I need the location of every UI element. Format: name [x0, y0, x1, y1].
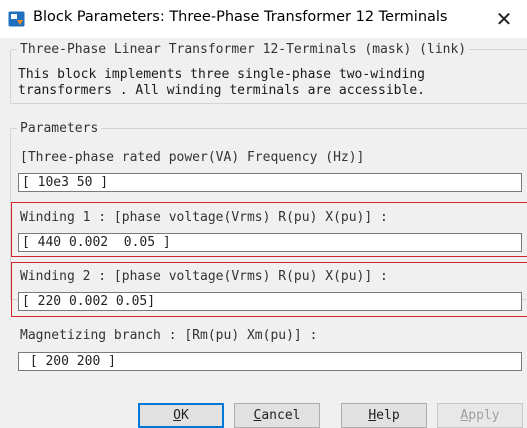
rated-power-field[interactable]: [ 10e3 50 ]	[18, 173, 522, 192]
mask-group-legend: Three-Phase Linear Transformer 12-Termin…	[17, 41, 470, 58]
cancel-button[interactable]: Cancel	[234, 403, 320, 428]
simulink-block-icon	[8, 11, 25, 27]
winding2-label: Winding 2 : [phase voltage(Vrms) R(pu) X…	[20, 269, 388, 284]
winding2-field[interactable]: [ 220 0.002 0.05]	[18, 292, 522, 311]
window-title: Block Parameters: Three-Phase Transforme…	[33, 9, 448, 25]
close-button[interactable]: ✕	[481, 0, 527, 38]
parameters-group-legend: Parameters	[17, 120, 102, 137]
winding1-field[interactable]: [ 440 0.002 0.05 ]	[18, 233, 522, 252]
magnetizing-field[interactable]: [ 200 200 ]	[18, 352, 522, 371]
magnetizing-label: Magnetizing branch : [Rm(pu) Xm(pu)] :	[20, 328, 318, 343]
mask-description: This block implements three single-phase…	[18, 67, 425, 98]
apply-button[interactable]: Apply	[437, 403, 523, 428]
title-bar: Block Parameters: Three-Phase Transforme…	[0, 0, 527, 38]
winding1-label: Winding 1 : [phase voltage(Vrms) R(pu) X…	[20, 210, 388, 225]
help-button[interactable]: Help	[341, 403, 427, 428]
ok-button[interactable]: OK	[138, 403, 224, 428]
rated-power-label: [Three-phase rated power(VA) Frequency (…	[20, 150, 365, 165]
